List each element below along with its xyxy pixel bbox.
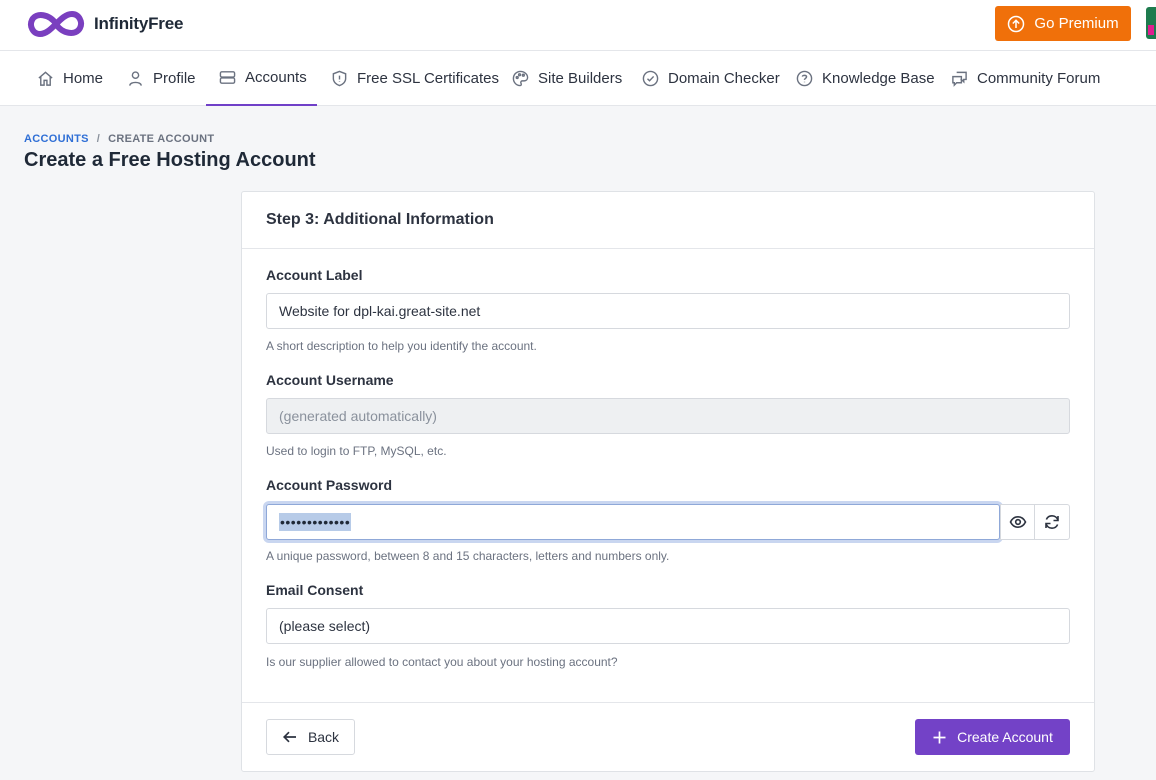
go-premium-label: Go Premium: [1034, 15, 1119, 32]
nav-item-home[interactable]: Home: [37, 51, 103, 106]
nav-label: Free SSL Certificates: [357, 70, 499, 87]
breadcrumb-current: CREATE ACCOUNT: [108, 133, 215, 145]
brand-logo[interactable]: InfinityFree: [24, 8, 183, 40]
nav-item-site-builders[interactable]: Site Builders: [512, 51, 622, 106]
account-password-label: Account Password: [266, 477, 393, 493]
back-label: Back: [307, 729, 340, 745]
palette-icon: [512, 70, 529, 87]
user-icon: [129, 71, 142, 86]
brand-name: InfinityFree: [94, 14, 184, 33]
refresh-icon: [1045, 514, 1059, 530]
go-premium-button[interactable]: Go Premium: [995, 6, 1131, 41]
account-username-help: Used to login to FTP, MySQL, etc.: [266, 444, 447, 458]
nav-label: Site Builders: [538, 70, 623, 87]
account-label-label: Account Label: [266, 267, 363, 283]
breadcrumb: ACCOUNTS / CREATE ACCOUNT: [24, 133, 214, 145]
account-username-label: Account Username: [266, 372, 394, 388]
nav-label: Accounts: [245, 69, 307, 86]
top-bar: InfinityFree Go Premium: [0, 0, 1156, 51]
nav-item-community-forum[interactable]: Community Forum: [951, 51, 1100, 106]
account-label-value: Website for dpl-kai.great-site.net: [279, 303, 481, 319]
generate-password-button[interactable]: [1034, 504, 1070, 540]
email-consent-select[interactable]: (please select): [266, 608, 1070, 644]
breadcrumb-accounts-link[interactable]: ACCOUNTS: [24, 133, 89, 145]
main-nav: Home Profile Accounts Free SSL Certifica…: [0, 51, 1156, 106]
nav-label: Knowledge Base: [822, 70, 935, 87]
eye-icon: [1009, 515, 1027, 529]
plus-icon: [933, 731, 946, 743]
nav-label: Home: [63, 70, 104, 87]
account-password-input[interactable]: •••••••••••••: [266, 504, 1000, 540]
nav-label: Community Forum: [977, 70, 1101, 87]
nav-item-accounts[interactable]: Accounts: [206, 51, 317, 106]
nav-item-knowledge-base[interactable]: Knowledge Base: [796, 51, 935, 106]
step-title: Step 3: Additional Information: [266, 211, 494, 228]
arrow-up-circle-icon: [1008, 15, 1025, 32]
infinity-logo-icon: [28, 10, 84, 38]
user-avatar[interactable]: [1146, 7, 1156, 39]
breadcrumb-separator: /: [96, 133, 101, 145]
account-label-input[interactable]: Website for dpl-kai.great-site.net: [266, 293, 1070, 329]
show-password-button[interactable]: [1000, 504, 1036, 540]
arrow-left-icon: [282, 731, 296, 743]
email-consent-selected: (please select): [279, 618, 371, 634]
card-header: Step 3: Additional Information: [242, 192, 1094, 249]
account-label-help: A short description to help you identify…: [266, 339, 537, 353]
shield-icon: [332, 70, 347, 87]
account-username-input: (generated automatically): [266, 398, 1070, 434]
nav-item-domain-checker[interactable]: Domain Checker: [642, 51, 780, 106]
page-title: Create a Free Hosting Account: [24, 149, 316, 171]
nav-item-ssl[interactable]: Free SSL Certificates: [331, 51, 499, 106]
server-icon: [219, 71, 236, 84]
back-button[interactable]: Back: [266, 719, 355, 755]
chat-icon: [952, 71, 967, 87]
nav-label: Profile: [153, 70, 196, 87]
nav-label: Domain Checker: [668, 70, 780, 87]
email-consent-label: Email Consent: [266, 582, 364, 598]
card-footer: Back Create Account: [242, 702, 1094, 771]
create-account-button[interactable]: Create Account: [915, 719, 1070, 755]
home-icon: [38, 71, 53, 86]
nav-item-profile[interactable]: Profile: [127, 51, 196, 106]
account-password-help: A unique password, between 8 and 15 char…: [266, 549, 670, 563]
account-password-value: •••••••••••••: [279, 513, 352, 531]
check-circle-icon: [642, 70, 659, 87]
create-account-card: Step 3: Additional Information Account L…: [241, 191, 1095, 772]
account-username-placeholder: (generated automatically): [279, 408, 437, 424]
question-circle-icon: [796, 70, 813, 87]
create-account-label: Create Account: [957, 729, 1053, 745]
email-consent-help: Is our supplier allowed to contact you a…: [266, 655, 618, 669]
